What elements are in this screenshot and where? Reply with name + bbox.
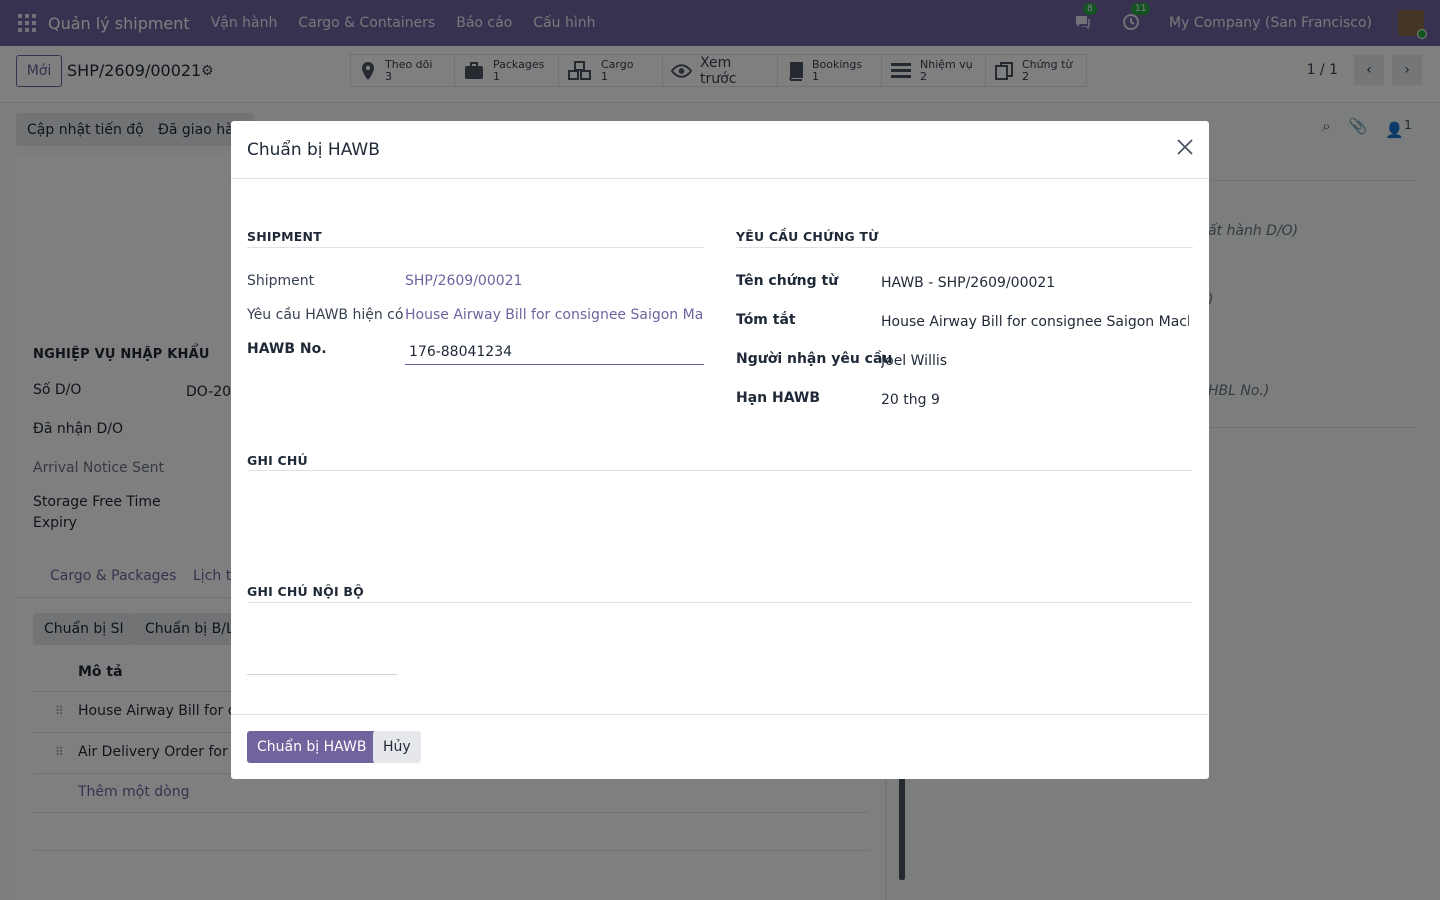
summary-field[interactable]: House Airway Bill for consignee Saigon M…: [881, 314, 1189, 330]
shipment-label: Shipment: [247, 273, 315, 289]
internal-note-input[interactable]: [247, 653, 397, 675]
shipment-section-title: SHIPMENT: [247, 229, 322, 244]
hawb-deadline-label: Hạn HAWB: [736, 390, 821, 406]
document-name-field[interactable]: HAWB - SHP/2609/00021: [881, 275, 1189, 291]
assignee-label: Người nhận yêu cầu: [736, 351, 893, 367]
note-section-title: GHI CHÚ: [247, 453, 308, 468]
cancel-button[interactable]: Hủy: [373, 731, 421, 763]
section-divider: [247, 247, 704, 248]
existing-hawb-request-link[interactable]: House Airway Bill for consignee Saigon M…: [405, 307, 704, 323]
assignee-field[interactable]: Joel Willis: [881, 353, 1189, 369]
hawb-number-input[interactable]: [405, 339, 704, 365]
prepare-hawb-dialog: Chuẩn bị HAWB SHIPMENT Shipment SHP/2609…: [231, 121, 1209, 779]
prepare-hawb-button[interactable]: Chuẩn bị HAWB: [247, 731, 377, 763]
note-editor[interactable]: [247, 481, 1193, 571]
hawb-number-label: HAWB No.: [247, 341, 327, 357]
document-request-section-title: YÊU CẦU CHỨNG TỪ: [736, 229, 879, 244]
dialog-footer: Chuẩn bị HAWB Hủy: [231, 714, 1209, 779]
existing-hawb-request-label: Yêu cầu HAWB hiện có: [247, 307, 404, 323]
summary-label: Tóm tắt: [736, 312, 796, 328]
internal-note-section-title: GHI CHÚ NỘI BỘ: [247, 584, 364, 599]
shipment-link[interactable]: SHP/2609/00021: [405, 273, 704, 289]
dialog-header: Chuẩn bị HAWB: [231, 121, 1209, 179]
section-divider: [736, 247, 1193, 248]
dialog-title: Chuẩn bị HAWB: [247, 140, 380, 160]
hawb-deadline-field[interactable]: 20 thg 9: [881, 392, 1189, 408]
section-divider: [247, 470, 1193, 471]
document-name-label: Tên chứng từ: [736, 273, 839, 289]
close-icon[interactable]: [1175, 137, 1195, 157]
section-divider: [247, 602, 1193, 603]
